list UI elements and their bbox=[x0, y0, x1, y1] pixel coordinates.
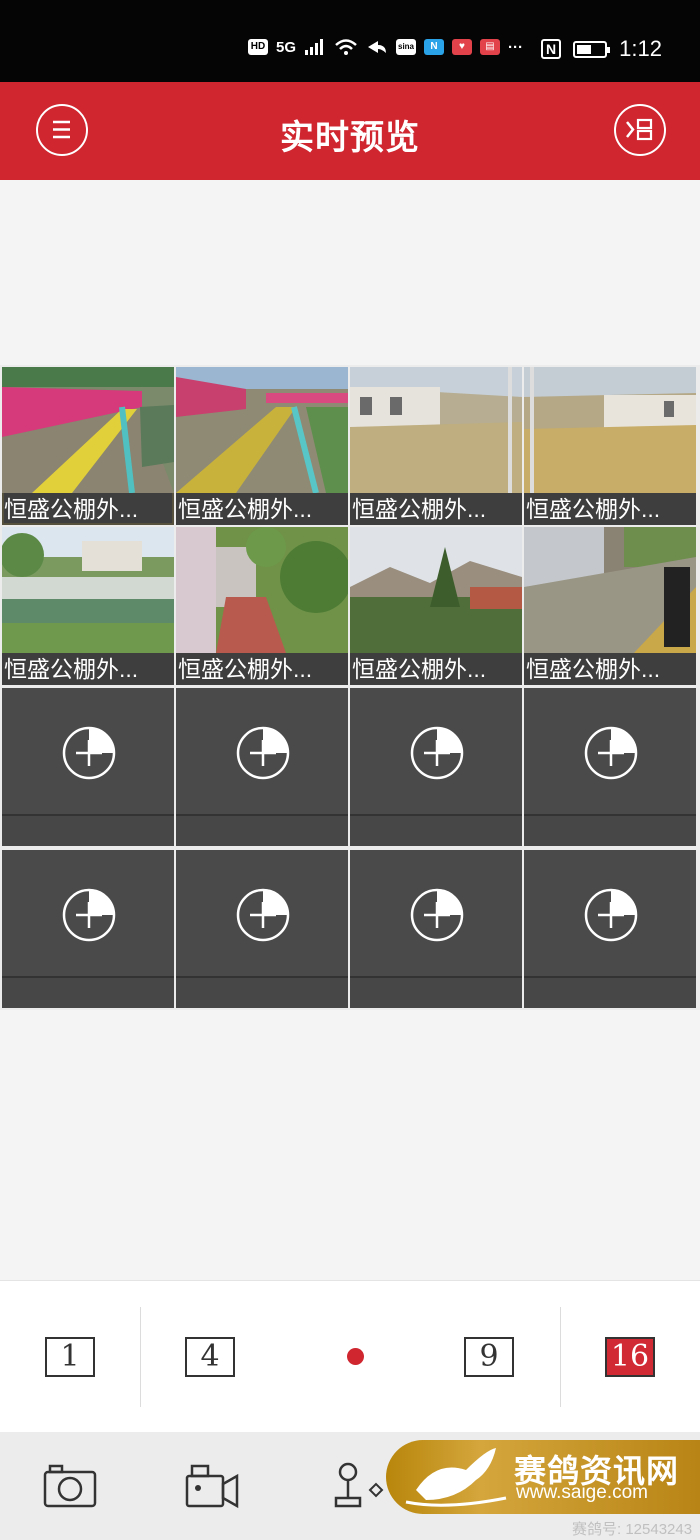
empty-channel-slot[interactable] bbox=[176, 688, 348, 846]
page-indicator-dot[interactable] bbox=[347, 1348, 364, 1365]
empty-slot-label bbox=[350, 976, 522, 1008]
live-preview-grid: 恒盛公棚外... 恒盛公棚外... 恒盛公棚外... 恒盛公棚外... 恒盛公棚… bbox=[0, 365, 700, 1010]
add-camera-icon bbox=[236, 888, 290, 942]
status-bar: HD 5G sina N ♥ ▤ ··· N 1:12 bbox=[0, 0, 700, 82]
layout-1-button[interactable]: 1 bbox=[45, 1337, 95, 1377]
more-notifications-icon: ··· bbox=[508, 38, 524, 56]
camera-tile[interactable]: 恒盛公棚外... bbox=[350, 367, 522, 525]
layout-9-button[interactable]: 9 bbox=[464, 1337, 514, 1377]
camera-feed-image bbox=[2, 367, 174, 493]
divider bbox=[140, 1307, 141, 1407]
camera-tile[interactable]: 恒盛公棚外... bbox=[2, 527, 174, 685]
app-heart-icon: ♥ bbox=[452, 39, 473, 55]
watermark: 赛鸽资讯网 www.saige.com bbox=[386, 1440, 700, 1514]
layout-4-button[interactable]: 4 bbox=[185, 1337, 235, 1377]
watermark-url: www.saige.com bbox=[516, 1482, 648, 1503]
empty-channel-slot[interactable] bbox=[524, 850, 696, 1008]
camera-tile[interactable]: 恒盛公棚外... bbox=[524, 367, 696, 525]
share-icon bbox=[368, 41, 387, 53]
empty-channel-slot[interactable] bbox=[350, 850, 522, 1008]
camera-label: 恒盛公棚外... bbox=[2, 493, 174, 525]
camera-feed-image bbox=[176, 367, 348, 493]
channel-list-icon bbox=[626, 118, 653, 141]
add-camera-icon bbox=[584, 888, 638, 942]
ptz-joystick-icon[interactable] bbox=[330, 1462, 386, 1510]
camera-label: 恒盛公棚外... bbox=[2, 653, 174, 685]
hd-icon: HD bbox=[248, 39, 268, 55]
camera-tile[interactable]: 恒盛公棚外... bbox=[2, 367, 174, 525]
camera-capture-icon[interactable] bbox=[42, 1462, 98, 1510]
camera-tile[interactable]: 恒盛公棚外... bbox=[176, 527, 348, 685]
page-title: 实时预览 bbox=[280, 119, 420, 157]
empty-slot-label bbox=[2, 976, 174, 1008]
battery-level bbox=[577, 44, 592, 54]
app-header: 实时预览 bbox=[0, 82, 700, 180]
camera-feed-image bbox=[524, 527, 696, 653]
empty-channel-slot[interactable] bbox=[176, 850, 348, 1008]
divider bbox=[560, 1307, 561, 1407]
camera-feed-image bbox=[350, 527, 522, 653]
empty-slot-label bbox=[350, 814, 522, 846]
add-camera-icon bbox=[62, 888, 116, 942]
status-right: N 1:12 bbox=[541, 36, 662, 62]
camera-tile[interactable]: 恒盛公棚外... bbox=[350, 527, 522, 685]
camera-feed-image bbox=[524, 367, 696, 493]
add-camera-icon bbox=[410, 726, 464, 780]
signal-icon: 5G bbox=[276, 38, 297, 56]
pigeon-logo-icon bbox=[405, 1448, 507, 1507]
camera-label: 恒盛公棚外... bbox=[350, 493, 522, 525]
camera-label: 恒盛公棚外... bbox=[176, 653, 348, 685]
app-n-icon: N bbox=[424, 39, 445, 55]
app-calendar-icon: ▤ bbox=[480, 39, 501, 55]
clock: 1:12 bbox=[619, 36, 662, 61]
wifi-icon bbox=[335, 39, 357, 55]
add-camera-icon bbox=[62, 726, 116, 780]
watermark-footnote: 赛鸽号: 12543243 bbox=[572, 1521, 693, 1538]
empty-channel-slot[interactable] bbox=[2, 850, 174, 1008]
camera-label: 恒盛公棚外... bbox=[176, 493, 348, 525]
status-icons: HD 5G sina N ♥ ▤ ··· bbox=[248, 38, 523, 56]
empty-channel-slot[interactable] bbox=[524, 688, 696, 846]
camera-label: 恒盛公棚外... bbox=[524, 493, 696, 525]
channel-list-button[interactable] bbox=[614, 104, 666, 156]
add-camera-icon bbox=[584, 726, 638, 780]
camera-label: 恒盛公棚外... bbox=[524, 653, 696, 685]
empty-slot-label bbox=[524, 814, 696, 846]
layout-16-button[interactable]: 16 bbox=[605, 1337, 655, 1377]
camera-feed-image bbox=[176, 527, 348, 653]
add-camera-icon bbox=[236, 726, 290, 780]
battery-icon bbox=[573, 40, 611, 58]
camera-feed-image bbox=[2, 527, 174, 653]
video-record-icon[interactable] bbox=[184, 1462, 240, 1510]
empty-slot-label bbox=[2, 814, 174, 846]
empty-slot-label bbox=[176, 814, 348, 846]
add-camera-icon bbox=[410, 888, 464, 942]
empty-slot-label bbox=[524, 976, 696, 1008]
camera-tile[interactable]: 恒盛公棚外... bbox=[176, 367, 348, 525]
sina-app-icon: sina bbox=[396, 39, 417, 55]
empty-slot-label bbox=[176, 976, 348, 1008]
camera-label: 恒盛公棚外... bbox=[350, 653, 522, 685]
camera-tile[interactable]: 恒盛公棚外... bbox=[524, 527, 696, 685]
empty-channel-slot[interactable] bbox=[2, 688, 174, 846]
signal-bars-icon bbox=[305, 39, 324, 55]
camera-feed-image bbox=[350, 367, 522, 493]
nfc-icon: N bbox=[541, 39, 562, 59]
empty-channel-slot[interactable] bbox=[350, 688, 522, 846]
